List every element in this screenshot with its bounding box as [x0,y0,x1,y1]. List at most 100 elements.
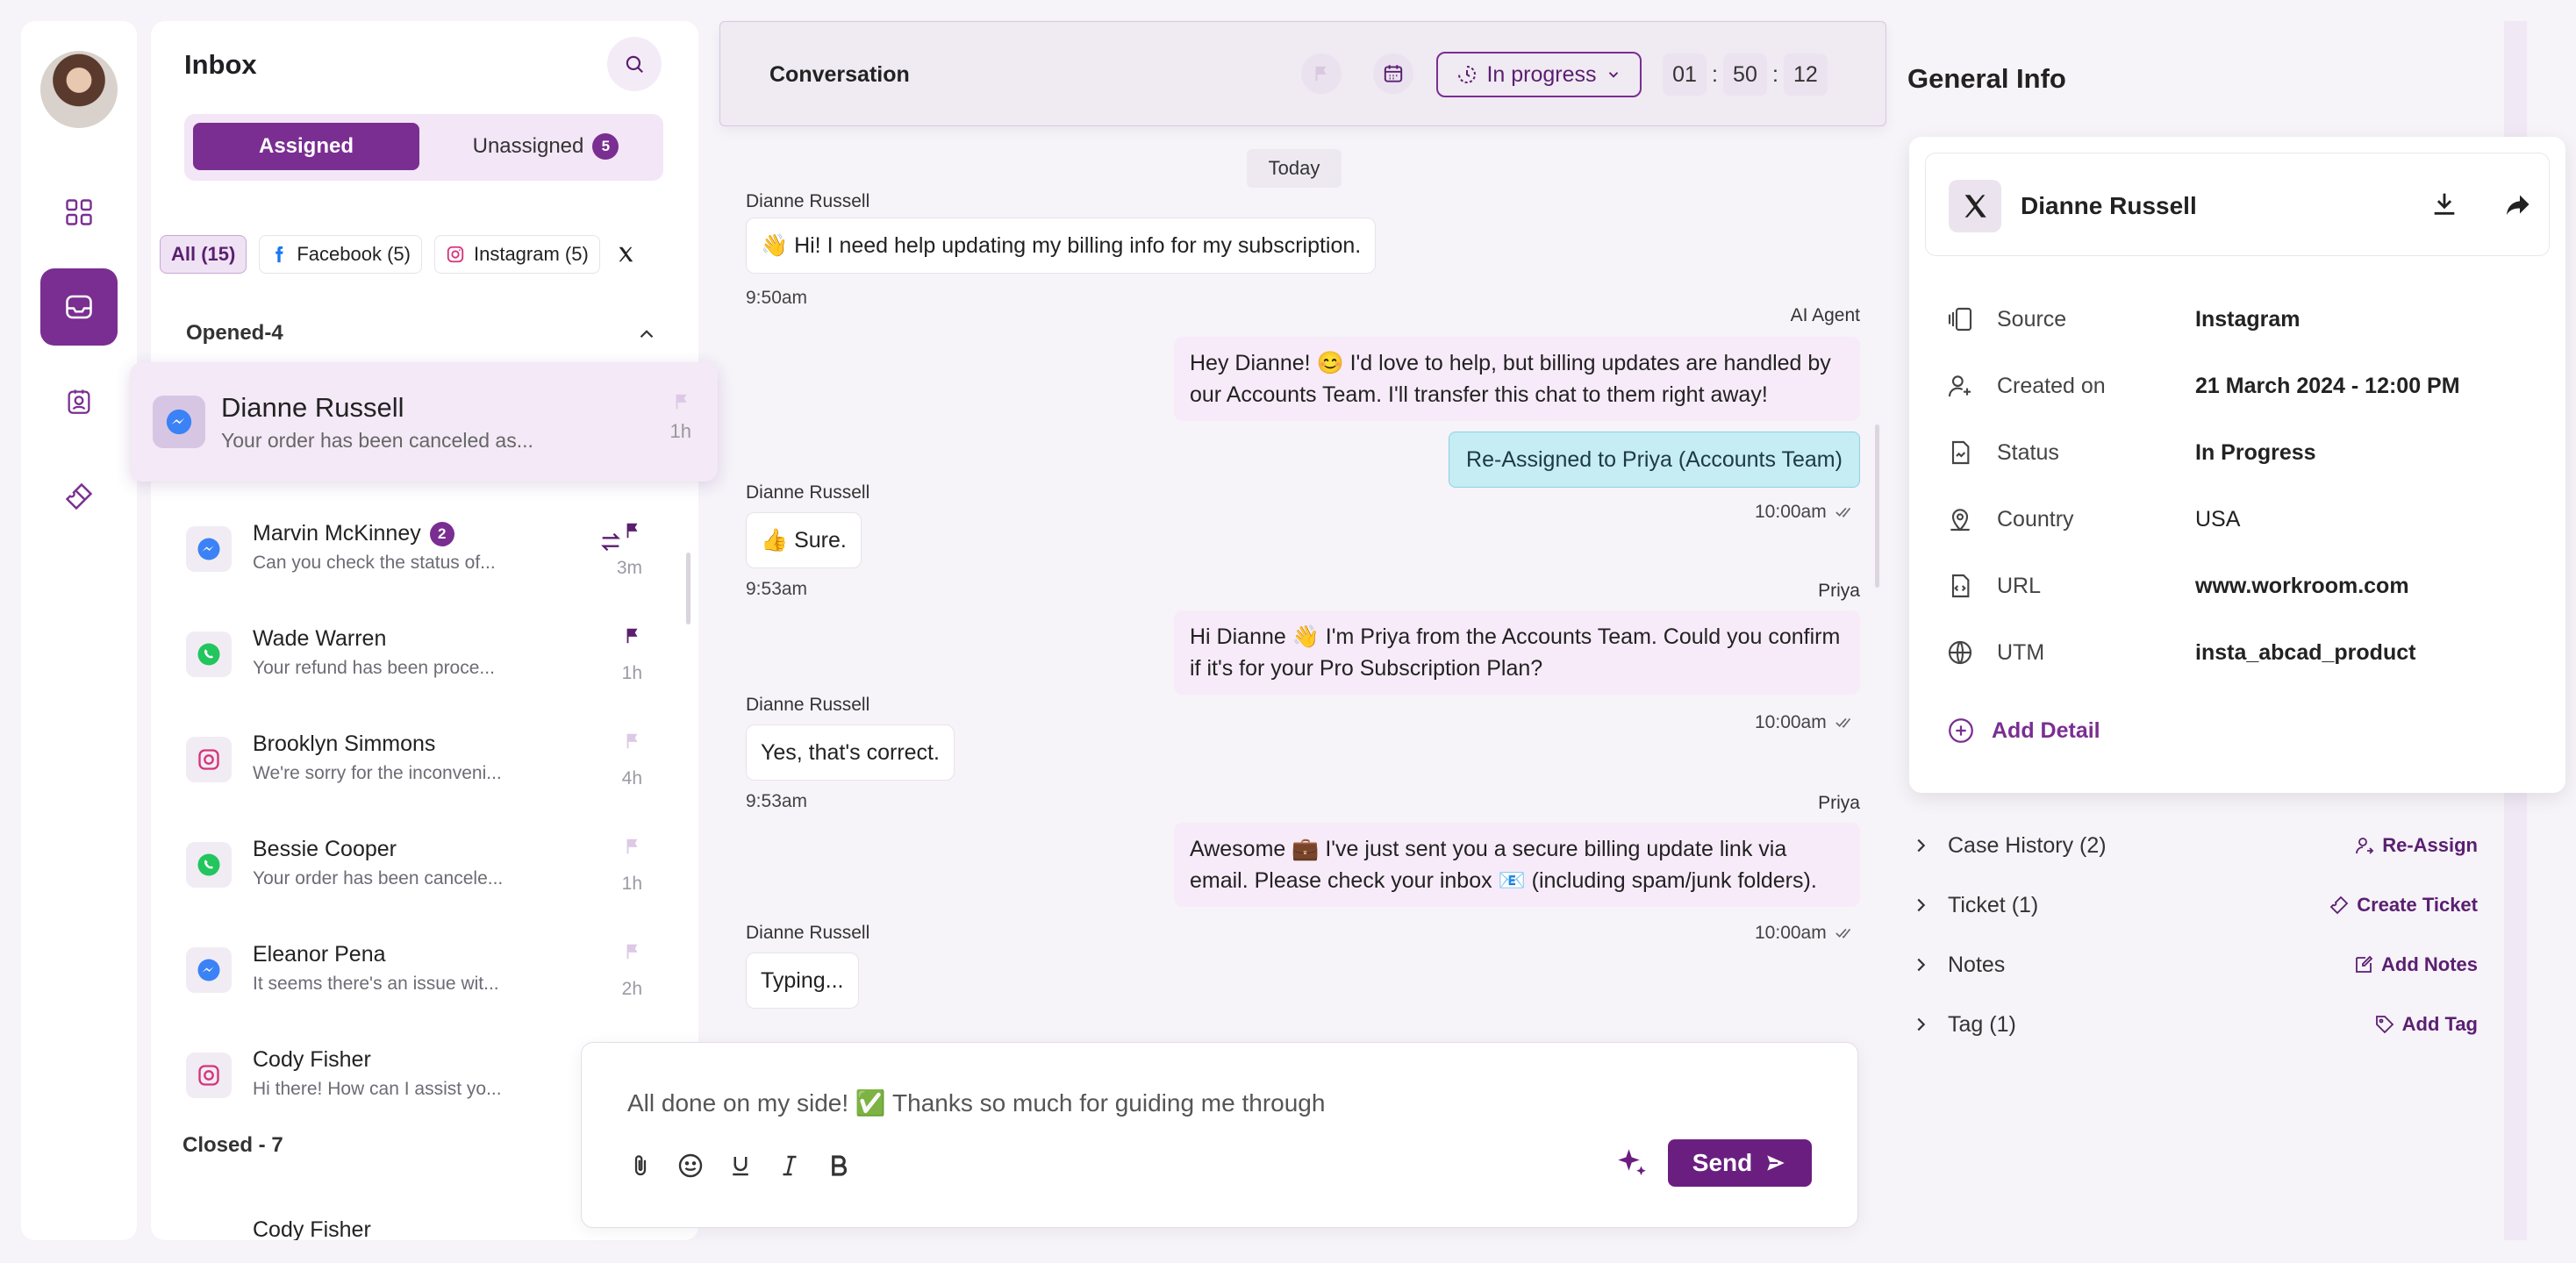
sender-name: Dianne Russell [746,482,870,503]
opened-section-header[interactable]: Opened-4 [186,321,283,346]
list-item[interactable]: Brooklyn Simmons We're sorry for the inc… [186,719,677,824]
send-button[interactable]: Send [1668,1139,1812,1187]
filter-x[interactable] [612,235,639,274]
plus-circle-icon [1949,718,1973,743]
avatar[interactable] [40,51,118,128]
section-ticket[interactable]: Ticket (1) Create Ticket [1911,888,2478,923]
sender-name: Priya [1818,793,1860,813]
list-item[interactable]: Bessie Cooper Your order has been cancel… [186,824,677,930]
contact-name: Bessie Cooper [253,837,397,861]
calendar-icon [1384,65,1403,82]
attachment-icon[interactable] [627,1152,654,1179]
chevron-right-icon [1917,958,1926,972]
inbox-icon[interactable] [40,268,118,346]
section-tag[interactable]: Tag (1) Add Tag [1911,1007,2478,1042]
whatsapp-icon [186,632,232,677]
message-composer[interactable]: All done on my side! ✅ Thanks so much fo… [581,1042,1858,1228]
message-preview: Your order has been cancele... [253,868,504,888]
flag-icon[interactable] [623,626,642,646]
message-input[interactable]: All done on my side! ✅ Thanks so much fo… [627,1088,1325,1117]
flag-icon[interactable] [623,942,642,961]
list-item[interactable]: Wade Warren Your refund has been proce..… [186,614,677,719]
inbox-scrollbar[interactable] [686,553,691,624]
italic-icon[interactable] [776,1152,803,1179]
sender-name: Priya [1818,581,1860,601]
message-bubble: 👍 Sure. [746,512,862,568]
search-button[interactable] [607,37,662,91]
share-icon[interactable] [2501,189,2533,220]
conversation-scrollbar[interactable] [1875,425,1879,588]
section-notes[interactable]: Notes Add Notes [1911,947,2478,982]
conversation-header: Conversation In progress 01: 50: 12 [719,21,1886,126]
info-value: insta_abcad_product [2195,639,2416,665]
note-edit-icon [2356,955,2373,973]
filter-all[interactable]: All (15) [160,235,247,274]
tab-unassigned[interactable]: Unassigned 5 [439,123,653,170]
underline-icon[interactable] [727,1152,754,1179]
status-value: In progress [1486,61,1597,87]
bold-icon[interactable] [826,1152,852,1179]
tab-assigned[interactable]: Assigned [193,123,419,170]
list-item[interactable]: Marvin McKinney 2 Can you check the statu… [186,509,677,614]
tag-icon [2375,1016,2394,1034]
dashboard-icon[interactable] [40,174,118,251]
info-label: Source [1997,306,2067,332]
contacts-icon[interactable] [40,363,118,440]
ai-sparkle-icon[interactable] [1614,1145,1650,1181]
list-item[interactable]: Eleanor Pena It seems there's an issue w… [186,930,677,1035]
inbox-title: Inbox [184,49,257,80]
transfer-icon[interactable] [598,530,623,554]
contact-name[interactable]: Cody Fisher [253,1217,371,1240]
chevron-up-icon[interactable] [635,323,658,346]
reassigned-notice: Re-Assigned to Priya (Accounts Team) [1449,432,1860,488]
add-tag-action[interactable]: Add Tag [2374,1013,2478,1036]
message-preview: Can you check the status of... [253,553,496,573]
code-file-icon [1951,574,1970,598]
message-bubble: Hi Dianne 👋 I'm Priya from the Accounts … [1174,610,1860,695]
formatting-toolbar [627,1152,852,1180]
download-icon[interactable] [2429,189,2459,218]
flag-button[interactable] [1301,54,1342,94]
tickets-icon[interactable] [40,458,118,535]
info-label: Created on [1997,373,2106,398]
whatsapp-icon [186,842,232,888]
sender-name: Dianne Russell [746,191,870,211]
emoji-icon[interactable] [676,1152,705,1180]
channel-filters: All (15) Facebook (5) Instagram (5) [160,235,639,274]
general-info-card: Dianne Russell Source Instagram Created … [1909,137,2565,793]
section-label: Notes [1948,952,2006,977]
user-reassign-icon [2356,838,2374,854]
info-value[interactable]: www.workroom.com [2195,574,2409,599]
filter-facebook[interactable]: Facebook (5) [259,235,422,274]
flag-icon[interactable] [672,392,691,411]
status-file-icon [1951,440,1970,465]
instagram-icon [186,1052,232,1098]
create-ticket-action[interactable]: Create Ticket [2329,894,2478,917]
send-button-label: Send [1692,1149,1753,1176]
info-value: Instagram [2195,306,2301,332]
message-time: 10:00am [1755,923,1855,944]
facebook-icon [275,246,283,263]
add-detail-button[interactable]: Add Detail [1946,716,2100,746]
time-ago: 3m [616,558,642,578]
selected-conversation[interactable]: Dianne Russell Your order has been cance… [130,362,718,482]
timer: 01: 50: 12 [1663,54,1828,96]
status-dropdown[interactable]: In progress [1436,52,1642,97]
globe-icon [1948,640,1972,665]
flag-icon[interactable] [623,521,642,540]
contact-name: Dianne Russell [2021,192,2197,219]
calendar-button[interactable] [1373,54,1413,94]
filter-facebook-label: Facebook (5) [297,243,411,265]
flag-icon[interactable] [623,837,642,856]
closed-section-header[interactable]: Closed - 7 [182,1133,283,1158]
section-label: Tag (1) [1948,1011,2016,1037]
timer-hours: 01 [1663,54,1707,96]
reassign-action[interactable]: Re-Assign [2354,834,2478,857]
x-icon [619,246,633,262]
filter-instagram[interactable]: Instagram (5) [433,235,600,274]
flag-icon[interactable] [623,731,642,751]
section-case-history[interactable]: Case History (2) Re-Assign [1911,828,2478,863]
message-time: 9:53am [746,579,808,599]
info-label: UTM [1997,639,2045,665]
add-notes-action[interactable]: Add Notes [2353,953,2478,976]
